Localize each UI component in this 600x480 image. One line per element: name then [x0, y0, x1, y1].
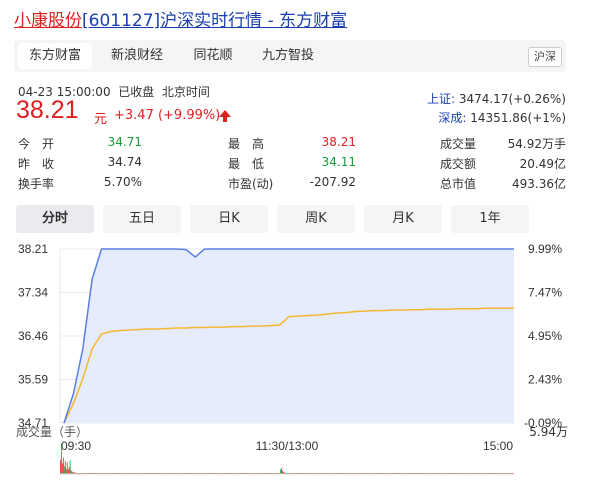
- low-value: 34.11: [321, 155, 356, 169]
- y-tick-label: 37.34: [18, 286, 48, 300]
- tab-jiufang[interactable]: 九方智投: [250, 43, 326, 69]
- volume-bar: [65, 468, 67, 474]
- index-shanghai-name: 上证:: [426, 92, 455, 106]
- tab-daily-k[interactable]: 日K: [190, 205, 268, 233]
- tab-weekly-k[interactable]: 周K: [277, 205, 355, 233]
- volume-bar: [61, 463, 63, 474]
- x-tick-label: 09:30: [61, 439, 91, 453]
- title-separator: -: [262, 11, 280, 31]
- volume-bar: [281, 468, 282, 474]
- period-tabs: 分时 五日 日K 周K 月K 1年: [16, 205, 566, 233]
- volume-title: 成交量（手）: [16, 425, 89, 439]
- volume-bar: [67, 469, 69, 474]
- price-area: [64, 249, 514, 423]
- volume-bar: [60, 444, 62, 474]
- tab-sina[interactable]: 新浪财经: [100, 43, 174, 69]
- y-pct-tick-label: 4.95%: [528, 329, 562, 343]
- amount-value: 20.49亿: [519, 157, 566, 171]
- turnover-rate-value: 5.70%: [103, 175, 142, 189]
- up-arrow-icon: [219, 110, 231, 122]
- volume-bar: [280, 469, 281, 474]
- low-label: 最 低: [228, 157, 265, 171]
- prev-close-value: 34.74: [107, 155, 142, 169]
- volume-bar: [66, 462, 68, 474]
- tab-tonghuashun[interactable]: 同花顺: [180, 43, 246, 69]
- y-pct-tick-label: 2.43%: [528, 373, 562, 387]
- volume-bar: [63, 466, 65, 474]
- tab-monthly-k[interactable]: 月K: [364, 205, 442, 233]
- x-tick-label: 11:30/13:00: [256, 439, 319, 453]
- market-status: 已收盘: [118, 85, 155, 99]
- timezone-label: 北京时间: [161, 85, 210, 99]
- volume-bar: [69, 460, 71, 474]
- turnover-rate-label: 换手率: [18, 177, 55, 191]
- prev-close-label: 昨 收: [18, 157, 55, 171]
- volume-bar: [62, 457, 64, 474]
- tab-one-year[interactable]: 1年: [451, 205, 529, 233]
- tab-five-day[interactable]: 五日: [103, 205, 181, 233]
- tab-intraday[interactable]: 分时: [16, 205, 94, 233]
- high-label: 最 高: [228, 137, 265, 151]
- amount-label: 成交额: [440, 157, 477, 171]
- y-tick-label: 36.46: [18, 329, 48, 343]
- index-shenzhen[interactable]: 深成: 14351.86(+1%): [438, 109, 566, 126]
- volume-bar: [68, 466, 70, 474]
- volume-label: 成交量: [440, 137, 477, 151]
- title-source-link[interactable]: 东方财富: [279, 11, 347, 31]
- x-tick-label: 15:00: [483, 439, 513, 453]
- y-tick-label: 38.21: [18, 242, 48, 256]
- volume-bar: [70, 470, 72, 474]
- volume-value: 54.92万手: [507, 137, 566, 151]
- market-badge[interactable]: 沪深: [528, 47, 562, 67]
- tab-eastmoney[interactable]: 东方财富: [18, 43, 92, 69]
- index-shanghai-value: 3474.17(+0.26%): [458, 92, 566, 106]
- y-pct-tick-label: 9.99%: [528, 242, 562, 256]
- open-label: 今 开: [18, 137, 55, 151]
- index-shanghai[interactable]: 上证: 3474.17(+0.26%): [427, 90, 566, 107]
- volume-bar: [60, 459, 61, 474]
- volume-max-label: 5.94万: [529, 425, 568, 439]
- intraday-chart[interactable]: 38.2137.3436.4635.5934.719.99%7.47%4.95%…: [14, 240, 582, 476]
- volume-bar: [64, 461, 66, 474]
- pe-label: 市盈(动): [228, 177, 274, 191]
- y-tick-label: 35.59: [18, 373, 48, 387]
- stock-code-link[interactable]: [601127]: [82, 11, 160, 31]
- price-change: +3.47 (+9.99%): [114, 108, 221, 123]
- price-unit: 元: [94, 112, 108, 127]
- open-value: 34.71: [107, 135, 142, 149]
- title-suffix-link[interactable]: 沪深实时行情: [160, 11, 262, 31]
- market-cap-label: 总市值: [440, 177, 477, 191]
- high-value: 38.21: [321, 135, 356, 149]
- index-shenzhen-value: 14351.86(+1%): [470, 111, 566, 125]
- pe-value: -207.92: [309, 175, 356, 189]
- market-cap-value: 493.36亿: [512, 177, 566, 191]
- index-shenzhen-name: 深成:: [438, 111, 467, 125]
- current-price: 38.21: [16, 96, 79, 124]
- source-tabs: 东方财富 新浪财经 同花顺 九方智投 沪深: [14, 40, 566, 72]
- quote-card: 东方财富 新浪财经 同花顺 九方智投 沪深 04-23 15:00:00 已收盘…: [14, 40, 582, 476]
- stock-name-link[interactable]: 小康股份: [14, 11, 82, 31]
- y-pct-tick-label: 7.47%: [528, 286, 562, 300]
- page-title: 小康股份[601127]沪深实时行情 - 东方财富: [14, 6, 347, 31]
